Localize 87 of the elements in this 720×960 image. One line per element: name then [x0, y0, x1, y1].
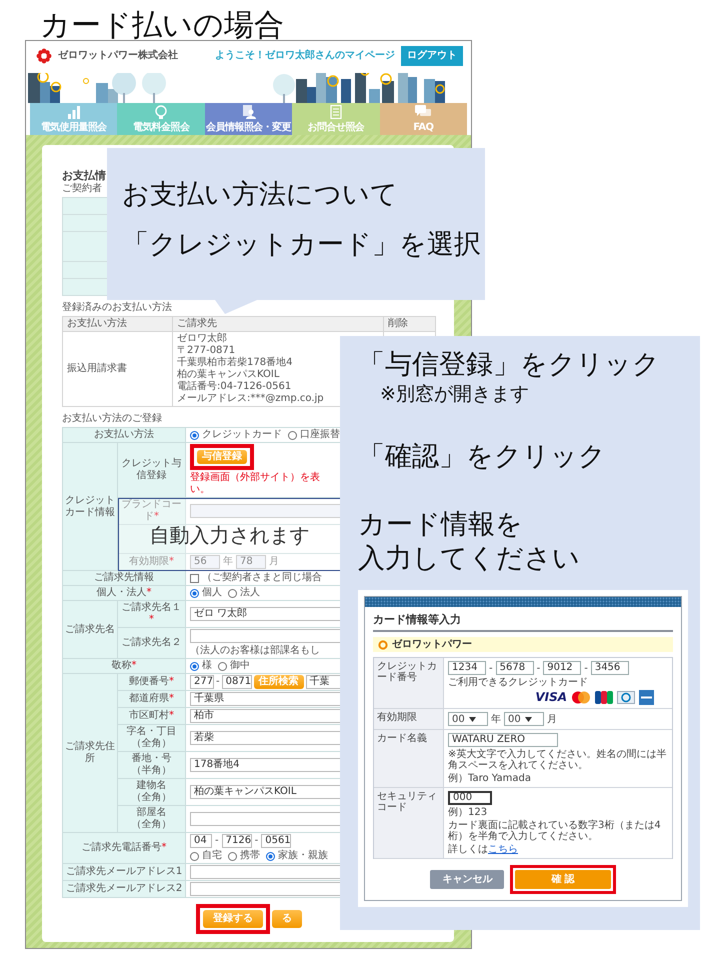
- field-label: 市区町村*: [129, 710, 174, 722]
- section-label: お支払い方法のご登録: [62, 413, 162, 425]
- section-label: 登録済みのお支払い方法: [62, 302, 172, 314]
- field-label: ご請求先住所: [65, 741, 115, 765]
- separator-text: -: [215, 835, 219, 847]
- field-label: 敬称*: [112, 660, 136, 672]
- merchant-name: ゼロワットパワー: [392, 639, 472, 650]
- field-label: 番地・号 （半角）: [132, 753, 172, 777]
- field-label: 郵便番号*: [129, 676, 174, 688]
- field-label: ご請求先名: [65, 624, 115, 636]
- unit-label: 月: [269, 556, 279, 568]
- field-label: 有効期限*: [129, 556, 174, 568]
- callout-text: 「確認」をクリック: [358, 440, 606, 474]
- field-label: ご請求先電話番号*: [82, 842, 166, 854]
- text-field[interactable]: 5678: [496, 661, 534, 675]
- field-label: ご請求先メールアドレス1: [66, 866, 182, 878]
- text-field[interactable]: 0561: [261, 834, 292, 848]
- field-label: ご請求先メールアドレス2: [66, 883, 182, 895]
- field-label: ブランドコード*: [120, 499, 182, 523]
- checkbox-label: （ご契約者さまと同じ場合: [202, 572, 322, 584]
- unit-label: 年: [491, 714, 501, 724]
- option-label: クレジットカード: [202, 429, 282, 441]
- callout-text: 「クレジットカード」を選択: [122, 228, 481, 262]
- field-label: 字名・丁目 （全角）: [126, 726, 176, 750]
- separator-text: -: [254, 835, 258, 847]
- field-label: ご請求先名２: [122, 637, 182, 649]
- hint-text: 例）123: [448, 807, 488, 818]
- field-label: ご請求先情報: [94, 572, 154, 584]
- text-field[interactable]: 04: [190, 834, 212, 848]
- text-field[interactable]: 7126: [222, 834, 252, 848]
- dialog-title: カード情報等入力: [373, 611, 673, 632]
- field-label: カード名義: [377, 733, 427, 744]
- option-label: 個人: [202, 587, 222, 599]
- field-label: ご請求先名１ *: [120, 602, 182, 626]
- callout-text: お支払い方法について: [122, 178, 398, 212]
- text-field[interactable]: WATARU ZERO: [448, 733, 558, 747]
- option-label: 携帯: [240, 850, 260, 862]
- option-label: 家族・親族: [278, 850, 328, 862]
- table-cell: 振込用請求書: [63, 332, 173, 407]
- separator-text: -: [216, 676, 220, 688]
- text-field[interactable]: 0871: [222, 675, 252, 689]
- warning-text: 登録画面（外部サイト）を表 い。: [190, 472, 320, 496]
- text-field[interactable]: 3456: [590, 661, 629, 675]
- text-field[interactable]: 9012: [543, 661, 582, 675]
- option-label: 法人: [240, 587, 260, 599]
- link[interactable]: こちら: [488, 844, 518, 855]
- unit-label: 年: [223, 556, 233, 568]
- select-field[interactable]: 00: [448, 712, 488, 726]
- callout-text: カード情報を: [358, 508, 523, 542]
- company-name: ゼロワットパワー株式会社: [58, 50, 178, 62]
- field-label: クレジット与信登録: [120, 458, 182, 482]
- field-label: 有効期限: [377, 712, 417, 723]
- callout-text: 入力してください: [358, 542, 580, 576]
- field-label: クレジットカード情報: [65, 494, 115, 518]
- welcome-text: ようこそ！ゼロワ太郎さんのマイページ: [215, 50, 395, 62]
- text-field[interactable]: 000: [448, 791, 492, 805]
- option-label: 様: [202, 660, 212, 672]
- field-label: 部屋名 （全角）: [132, 807, 172, 831]
- section-title: お支払情: [62, 169, 106, 182]
- column-header: ご請求先: [173, 317, 384, 332]
- page-title: カード払いの場合: [40, 8, 284, 44]
- column-header: お支払い方法: [63, 317, 173, 332]
- column-header: 削除: [384, 317, 436, 332]
- hint-text: カード裏面に記載されている数字3桁（または4桁）を半角で入力してください。: [448, 820, 662, 842]
- text-field[interactable]: 277: [190, 675, 214, 689]
- select-field[interactable]: 00: [504, 712, 544, 726]
- hint-text: ご利用できるクレジットカード: [448, 677, 588, 688]
- separator-text: -: [489, 662, 493, 674]
- brand-logo: VISA: [535, 691, 567, 704]
- unit-label: 月: [547, 714, 557, 724]
- option-label: 口座振替: [300, 429, 340, 441]
- field-label: お支払い方法: [94, 429, 154, 441]
- text-field[interactable]: 1234: [448, 661, 486, 675]
- separator-text: -: [584, 662, 588, 674]
- hint-text: （法人のお客様は部課名もし: [190, 645, 320, 657]
- hint-text: 例）Taro Yamada: [448, 773, 531, 784]
- field-label: 都道府県*: [129, 693, 174, 705]
- overlay-text: 自動入力されます: [150, 522, 310, 546]
- option-label: 御中: [230, 660, 250, 672]
- separator-text: -: [536, 662, 540, 674]
- hint-text: 詳しくはこちら: [448, 844, 518, 855]
- field-label: 建物名 （全角）: [132, 780, 172, 804]
- field-label: 個人・法人*: [96, 587, 152, 599]
- field-label: クレジットカード番号: [377, 661, 437, 683]
- section-subtitle: ご契約者: [62, 183, 102, 195]
- hint-text: ※英大文字で入力してください。姓名の間には半角スペースを入れてください。: [448, 749, 668, 771]
- option-label: 自宅: [202, 850, 222, 862]
